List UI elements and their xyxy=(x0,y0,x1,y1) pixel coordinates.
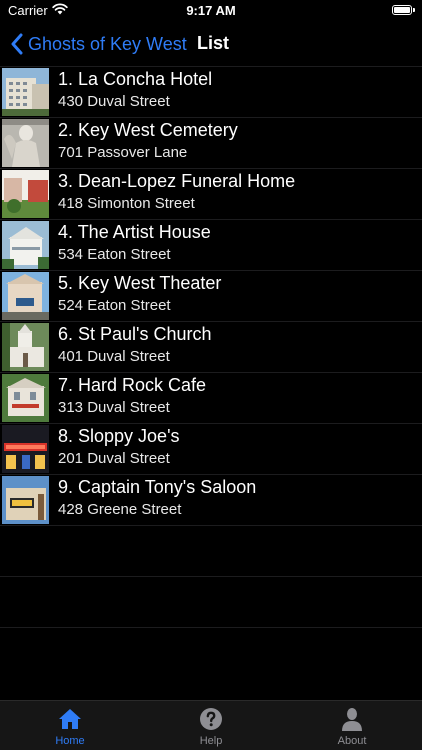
back-button-label: Ghosts of Key West xyxy=(28,33,187,54)
empty-list-row xyxy=(0,627,422,678)
tab-home[interactable]: Home xyxy=(0,701,140,750)
list-item-address: 524 Eaton Street xyxy=(58,297,171,314)
captain-tonys-saloon-thumbnail xyxy=(2,476,49,524)
list-item-address: 430 Duval Street xyxy=(58,93,170,110)
list-item[interactable]: 1. La Concha Hotel 430 Duval Street xyxy=(0,66,422,117)
back-button[interactable]: Ghosts of Key West xyxy=(10,30,187,58)
question-circle-icon xyxy=(200,708,222,730)
key-west-cemetery-thumbnail xyxy=(2,119,49,167)
clock-time: 9:17 AM xyxy=(186,3,236,18)
sloppy-joes-thumbnail xyxy=(2,425,49,473)
navigation-bar: Ghosts of Key West List xyxy=(0,22,422,66)
list-item-title: 5. Key West Theater xyxy=(58,273,222,293)
list-item-title: 9. Captain Tony's Saloon xyxy=(58,477,257,497)
list-item[interactable]: 9. Captain Tony's Saloon 428 Greene Stre… xyxy=(0,474,422,525)
screen: Carrier 9:17 AM Ghosts of Key West List xyxy=(0,0,422,750)
status-bar: Carrier 9:17 AM xyxy=(0,0,422,22)
list-item-title: 3. Dean-Lopez Funeral Home xyxy=(58,171,296,191)
person-icon xyxy=(342,708,362,731)
list-item-address: 201 Duval Street xyxy=(58,450,170,467)
list-item-title: 4. The Artist House xyxy=(58,222,211,242)
list-item[interactable]: 3. Dean-Lopez Funeral Home 418 Simonton … xyxy=(0,168,422,219)
list-item-title: 7. Hard Rock Cafe xyxy=(58,375,207,395)
tab-help[interactable]: Help xyxy=(141,701,281,750)
list-item[interactable]: 2. Key West Cemetery 701 Passover Lane xyxy=(0,117,422,168)
key-west-theater-thumbnail xyxy=(2,272,49,320)
list-item-address: 534 Eaton Street xyxy=(58,246,171,263)
dean-lopez-funeral-home-thumbnail xyxy=(2,170,49,218)
list-item-title: 1. La Concha Hotel xyxy=(58,69,213,89)
tab-about-label: About xyxy=(337,735,367,747)
list-item[interactable]: 7. Hard Rock Cafe 313 Duval Street xyxy=(0,372,422,423)
list-item-address: 701 Passover Lane xyxy=(58,144,188,161)
hard-rock-cafe-thumbnail xyxy=(2,374,49,422)
tab-about[interactable]: About xyxy=(282,701,422,750)
home-icon xyxy=(59,709,81,729)
tab-home-label: Home xyxy=(55,735,85,747)
empty-list-row xyxy=(0,576,422,627)
empty-list-row xyxy=(0,525,422,576)
list-item-address: 428 Greene Street xyxy=(58,501,182,518)
list-item-address: 313 Duval Street xyxy=(58,399,170,416)
page-title: List xyxy=(197,33,230,53)
list-item-title: 6. St Paul's Church xyxy=(58,324,212,344)
location-list: 1. La Concha Hotel 430 Duval Street 2. K… xyxy=(0,66,422,678)
tab-help-label: Help xyxy=(199,735,223,747)
list-item-address: 401 Duval Street xyxy=(58,348,170,365)
chevron-left-icon xyxy=(11,33,23,55)
la-concha-hotel-thumbnail xyxy=(2,68,49,116)
st-pauls-church-thumbnail xyxy=(2,323,49,371)
list-item[interactable]: 8. Sloppy Joe's 201 Duval Street xyxy=(0,423,422,474)
artist-house-thumbnail xyxy=(2,221,49,269)
battery-icon xyxy=(392,5,415,15)
tab-bar: Home Help About xyxy=(0,700,422,750)
list-item-title: 2. Key West Cemetery xyxy=(58,120,238,140)
list-item[interactable]: 4. The Artist House 534 Eaton Street xyxy=(0,219,422,270)
list-item[interactable]: 6. St Paul's Church 401 Duval Street xyxy=(0,321,422,372)
list-item-address: 418 Simonton Street xyxy=(58,195,195,212)
list-item[interactable]: 5. Key West Theater 524 Eaton Street xyxy=(0,270,422,321)
list-item-title: 8. Sloppy Joe's xyxy=(58,426,180,446)
